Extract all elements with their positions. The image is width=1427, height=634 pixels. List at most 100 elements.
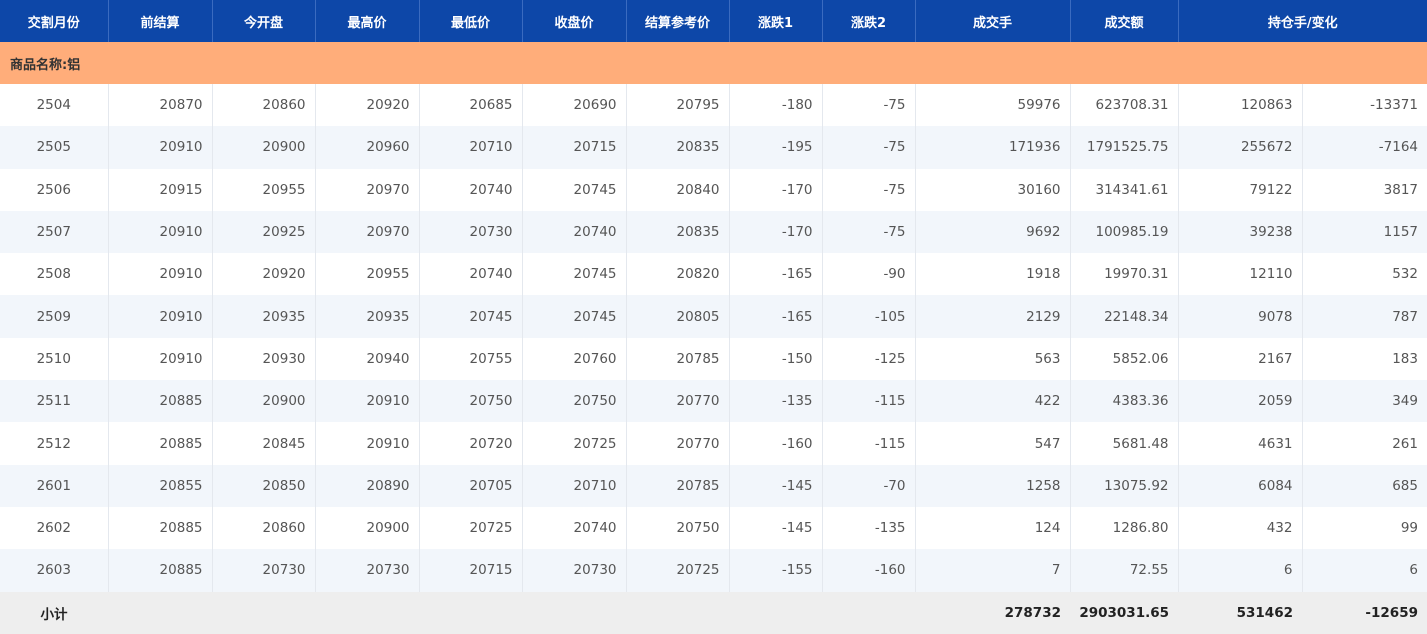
cell-close: 20690 <box>522 84 627 127</box>
subtotal-open-interest: 531462 <box>1178 591 1302 634</box>
subtotal-empty-cell <box>315 591 419 634</box>
table-row[interactable]: 2508 20910 20920 20955 20740 20745 20820 -165 -9… <box>0 253 1427 296</box>
cell-change1: -195 <box>729 126 823 169</box>
table-row[interactable]: 2603 20885 20730 20730 20715 20730 20725 -155 -1… <box>0 549 1427 592</box>
subtotal-empty-cell <box>626 591 729 634</box>
cell-delivery-month: 2602 <box>0 506 109 550</box>
cell-change2: -160 <box>822 549 916 592</box>
header-high[interactable]: 最高价 <box>315 0 420 42</box>
cell-oi-change: 99 <box>1302 506 1427 550</box>
cell-settlement-ref: 20750 <box>626 506 730 550</box>
cell-low: 20725 <box>419 506 523 550</box>
header-delivery-month[interactable]: 交割月份 <box>0 0 109 42</box>
cell-settlement-ref: 20820 <box>626 253 730 296</box>
cell-open-interest: 120863 <box>1178 84 1303 127</box>
cell-open-interest: 39238 <box>1178 210 1303 254</box>
header-prev-settlement[interactable]: 前结算 <box>108 0 213 42</box>
table-row[interactable]: 2505 20910 20900 20960 20710 20715 20835 -195 -7… <box>0 126 1427 169</box>
cell-change2: -115 <box>822 422 916 465</box>
table-row[interactable]: 2506 20915 20955 20970 20740 20745 20840 -170 -7… <box>0 168 1427 211</box>
table-row[interactable]: 2601 20855 20850 20890 20705 20710 20785 -145 -7… <box>0 464 1427 507</box>
cell-prev-settlement: 20855 <box>108 464 213 507</box>
table-row[interactable]: 2510 20910 20930 20940 20755 20760 20785 -150 -1… <box>0 337 1427 381</box>
table-row[interactable]: 2602 20885 20860 20900 20725 20740 20750 -145 -1… <box>0 506 1427 550</box>
table-row[interactable]: 2511 20885 20900 20910 20750 20750 20770 -135 -1… <box>0 380 1427 423</box>
cell-close: 20725 <box>522 422 627 465</box>
cell-change1: -180 <box>729 84 823 127</box>
cell-low: 20730 <box>419 210 523 254</box>
cell-volume: 171936 <box>915 126 1071 169</box>
cell-prev-settlement: 20885 <box>108 506 213 550</box>
cell-prev-settlement: 20910 <box>108 337 213 381</box>
cell-settlement-ref: 20770 <box>626 422 730 465</box>
cell-change1: -150 <box>729 337 823 381</box>
cell-delivery-month: 2505 <box>0 126 109 169</box>
cell-delivery-month: 2507 <box>0 210 109 254</box>
header-low[interactable]: 最低价 <box>419 0 523 42</box>
cell-turnover: 4383.36 <box>1070 380 1179 423</box>
cell-delivery-month: 2510 <box>0 337 109 381</box>
table-row[interactable]: 2512 20885 20845 20910 20720 20725 20770 -160 -1… <box>0 422 1427 465</box>
cell-low: 20685 <box>419 84 523 127</box>
cell-open-interest: 4631 <box>1178 422 1303 465</box>
cell-high: 20910 <box>315 380 420 423</box>
header-change2[interactable]: 涨跌2 <box>822 0 916 42</box>
cell-prev-settlement: 20885 <box>108 549 213 592</box>
cell-volume: 59976 <box>915 84 1071 127</box>
cell-oi-change: 685 <box>1302 464 1427 507</box>
cell-change1: -155 <box>729 549 823 592</box>
cell-turnover: 5681.48 <box>1070 422 1179 465</box>
subtotal-row: 小计 278732 2903031.65 531462 -12659 <box>0 591 1427 634</box>
subtotal-empty-cell <box>522 591 626 634</box>
cell-open: 20935 <box>212 295 316 338</box>
table-row[interactable]: 2504 20870 20860 20920 20685 20690 20795 -180 -7… <box>0 84 1427 127</box>
cell-turnover: 623708.31 <box>1070 84 1179 127</box>
cell-delivery-month: 2512 <box>0 422 109 465</box>
cell-open-interest: 9078 <box>1178 295 1303 338</box>
cell-delivery-month: 2506 <box>0 168 109 211</box>
cell-open: 20930 <box>212 337 316 381</box>
cell-change1: -145 <box>729 506 823 550</box>
cell-open-interest: 2059 <box>1178 380 1303 423</box>
cell-prev-settlement: 20910 <box>108 253 213 296</box>
table-row[interactable]: 2509 20910 20935 20935 20745 20745 20805 -165 -1… <box>0 295 1427 338</box>
cell-prev-settlement: 20915 <box>108 168 213 211</box>
header-open-interest[interactable]: 持仓手/变化 <box>1178 0 1427 42</box>
cell-close: 20745 <box>522 253 627 296</box>
cell-close: 20745 <box>522 295 627 338</box>
cell-volume: 547 <box>915 422 1071 465</box>
cell-high: 20940 <box>315 337 420 381</box>
cell-close: 20715 <box>522 126 627 169</box>
cell-oi-change: 183 <box>1302 337 1427 381</box>
cell-change1: -160 <box>729 422 823 465</box>
cell-volume: 422 <box>915 380 1071 423</box>
cell-close: 20760 <box>522 337 627 381</box>
cell-high: 20910 <box>315 422 420 465</box>
header-change1[interactable]: 涨跌1 <box>729 0 823 42</box>
cell-settlement-ref: 20770 <box>626 380 730 423</box>
header-settlement-ref[interactable]: 结算参考价 <box>626 0 730 42</box>
cell-settlement-ref: 20835 <box>626 126 730 169</box>
cell-open: 20845 <box>212 422 316 465</box>
cell-delivery-month: 2509 <box>0 295 109 338</box>
header-turnover[interactable]: 成交额 <box>1070 0 1179 42</box>
cell-prev-settlement: 20910 <box>108 126 213 169</box>
cell-settlement-ref: 20840 <box>626 168 730 211</box>
header-close[interactable]: 收盘价 <box>522 0 627 42</box>
cell-settlement-ref: 20725 <box>626 549 730 592</box>
cell-close: 20745 <box>522 168 627 211</box>
header-volume[interactable]: 成交手 <box>915 0 1071 42</box>
table-row[interactable]: 2507 20910 20925 20970 20730 20740 20835 -170 -7… <box>0 210 1427 254</box>
futures-quote-table: 交割月份 前结算 今开盘 最高价 最低价 收盘价 结算参考价 涨跌1 涨跌2 成… <box>0 0 1427 634</box>
cell-turnover: 13075.92 <box>1070 464 1179 507</box>
cell-open: 20850 <box>212 464 316 507</box>
cell-settlement-ref: 20795 <box>626 84 730 127</box>
header-open[interactable]: 今开盘 <box>212 0 316 42</box>
cell-change2: -75 <box>822 210 916 254</box>
cell-high: 20890 <box>315 464 420 507</box>
cell-open-interest: 79122 <box>1178 168 1303 211</box>
cell-open: 20860 <box>212 506 316 550</box>
cell-low: 20710 <box>419 126 523 169</box>
cell-volume: 2129 <box>915 295 1071 338</box>
cell-close: 20740 <box>522 506 627 550</box>
